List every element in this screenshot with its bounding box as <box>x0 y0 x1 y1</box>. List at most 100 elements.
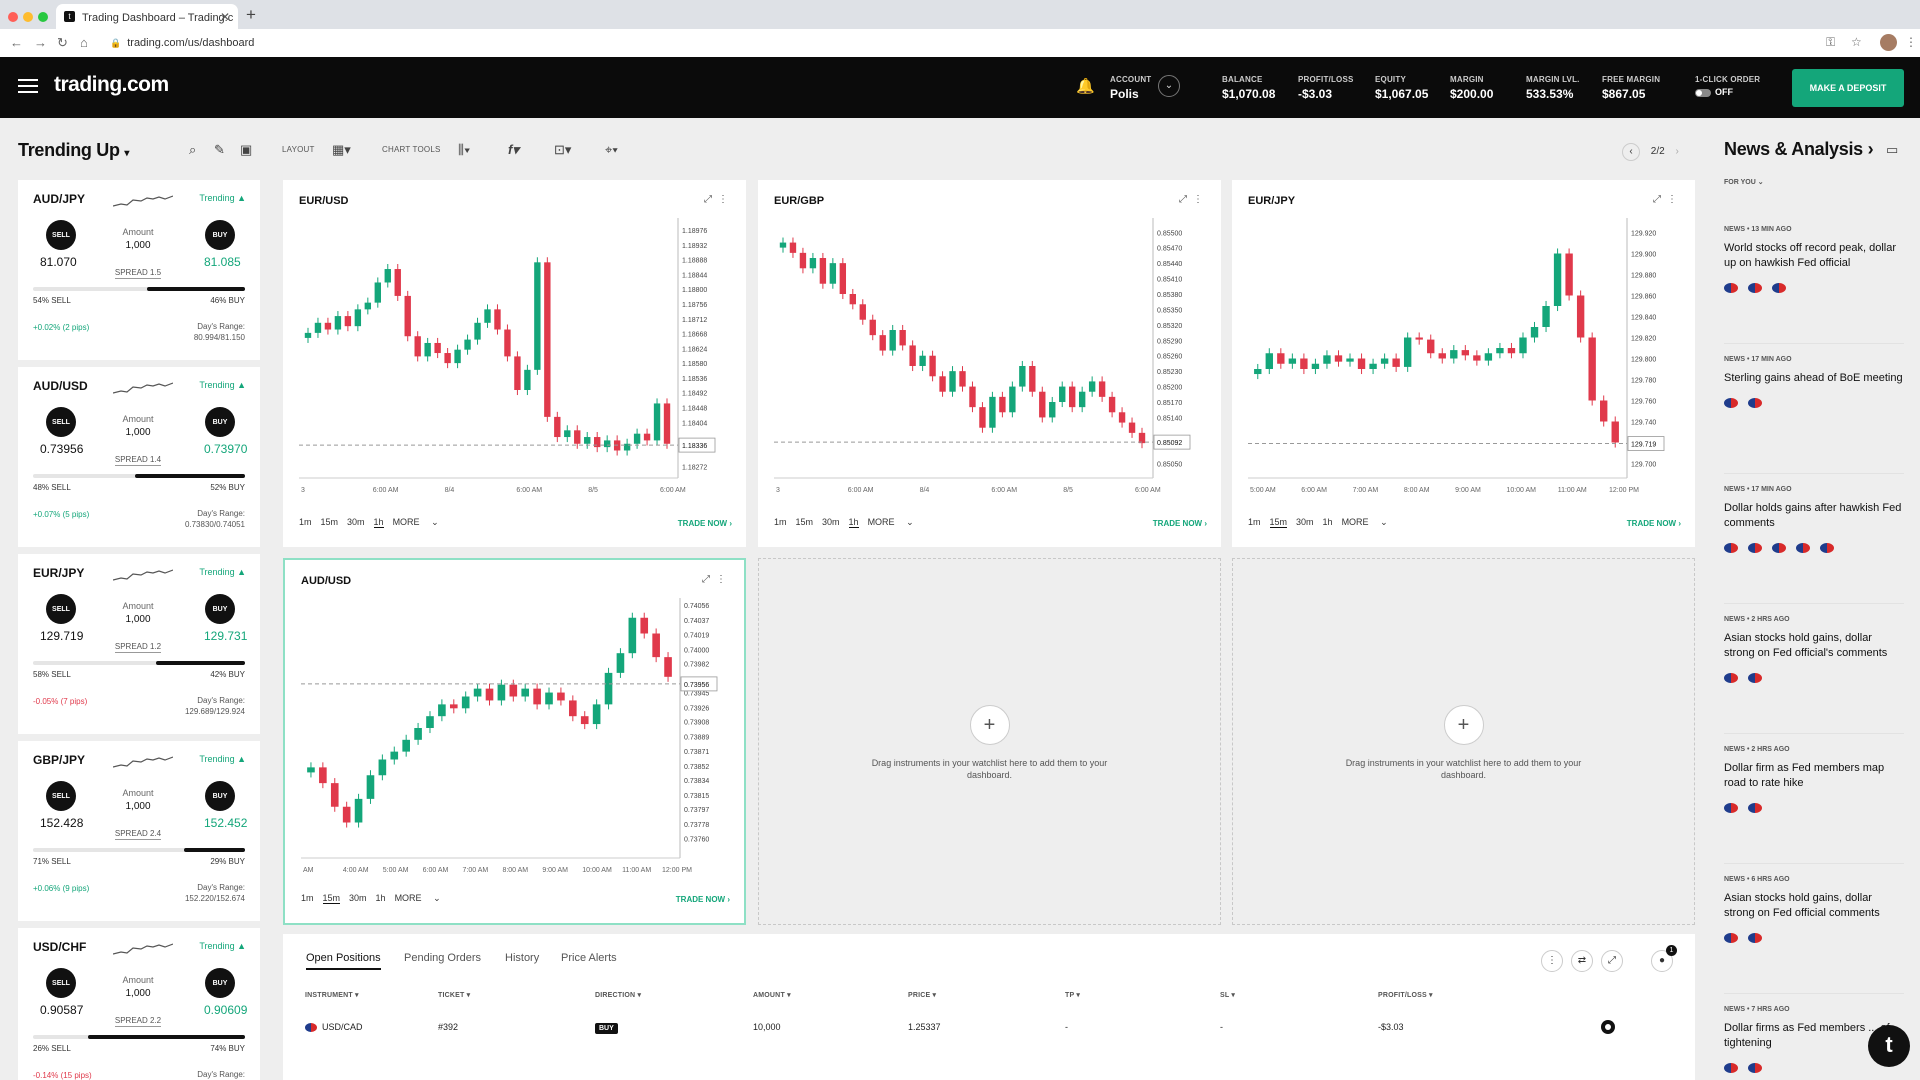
chart-menu-icon[interactable]: ⋮ <box>1193 194 1203 205</box>
cursor-icon[interactable]: ⌖▾ <box>605 142 618 158</box>
timeframe-option[interactable]: 15m <box>1269 517 1288 528</box>
news-item[interactable]: NEWS • 2 HRS AGO Dollar firm as Fed membe… <box>1724 746 1904 864</box>
positions-tab[interactable]: Open Positions <box>306 952 381 970</box>
timeframe-option[interactable]: 15m <box>322 893 341 904</box>
image-icon[interactable]: ⊡▾ <box>554 142 571 158</box>
layout-grid-icon[interactable]: ▦▾ <box>332 142 351 158</box>
sell-button[interactable]: SELL <box>46 407 76 437</box>
watchlist-card[interactable]: EUR/JPY Trending ▲ SELL BUY 129.719 129.731 Am… <box>18 554 260 734</box>
make-deposit-button[interactable]: MAKE A DEPOSIT <box>1792 69 1904 107</box>
close-window-icon[interactable] <box>8 12 18 22</box>
screen-icon[interactable]: ▣ <box>240 142 252 158</box>
sell-button[interactable]: SELL <box>46 968 76 998</box>
window-controls[interactable] <box>8 9 53 27</box>
hamburger-menu-icon[interactable] <box>18 79 38 93</box>
back-icon[interactable]: ← <box>10 35 23 50</box>
column-header[interactable]: PRICE ▾ <box>908 991 936 999</box>
buy-button[interactable]: BUY <box>205 220 235 250</box>
filter-icon[interactable]: ⇄ <box>1571 950 1593 972</box>
news-item[interactable]: NEWS • 6 HRS AGO Asian stocks hold gains,… <box>1724 876 1904 994</box>
more-timeframes[interactable]: MORE <box>868 517 895 527</box>
expand-chart-icon[interactable]: ⤢ <box>1179 194 1187 205</box>
close-tab-icon[interactable]: ✕ <box>220 10 230 24</box>
timeframe-option[interactable]: 1h <box>1323 517 1333 527</box>
one-click-order[interactable]: 1-CLICK ORDER OFF <box>1695 75 1760 97</box>
chart-panel[interactable]: EUR/JPY ⤢ ⋮ 129.920 129.900 129.880 129.860 129… <box>1232 180 1695 547</box>
minimize-window-icon[interactable] <box>23 12 33 22</box>
browser-tab[interactable]: t Trading Dashboard – Trading.c ✕ <box>56 4 238 29</box>
bell-icon[interactable]: 🔔 <box>1076 77 1095 95</box>
trade-now-link[interactable]: TRADE NOW › <box>1627 519 1681 528</box>
news-item[interactable]: NEWS • 13 MIN AGO World stocks off record… <box>1724 226 1904 344</box>
url-field[interactable]: 🔒 trading.com/us/dashboard <box>110 37 254 49</box>
timeframe-option[interactable]: 1h <box>376 893 386 903</box>
buy-button[interactable]: BUY <box>205 968 235 998</box>
prev-page-icon[interactable]: ‹ <box>1622 143 1640 161</box>
news-item[interactable]: NEWS • 17 MIN AGO Sterling gains ahead of… <box>1724 356 1904 474</box>
amount[interactable]: Amount 1,000 <box>98 975 178 999</box>
notification-icon[interactable]: ● 1 <box>1651 945 1677 972</box>
timeframe-option[interactable]: 1h <box>373 517 384 528</box>
news-filter[interactable]: FOR YOU ⌄ <box>1724 178 1764 186</box>
chart-panel[interactable]: EUR/GBP ⤢ ⋮ 0.85500 0.85470 0.85440 0.85410 0.8… <box>758 180 1221 547</box>
timeframe-option[interactable]: 15m <box>796 517 814 527</box>
positions-tab[interactable]: Pending Orders <box>404 952 481 964</box>
empty-chart-slot[interactable]: + Drag instruments in your watchlist her… <box>1232 558 1695 925</box>
timeframe-option[interactable]: 15m <box>321 517 339 527</box>
home-icon[interactable]: ⌂ <box>80 35 88 50</box>
add-instrument-icon[interactable]: + <box>969 705 1010 745</box>
timeframe-option[interactable]: 1h <box>848 517 859 528</box>
chart-menu-icon[interactable]: ⋮ <box>718 194 728 205</box>
timeframe-option[interactable]: 1m <box>774 517 787 527</box>
sell-button[interactable]: SELL <box>46 594 76 624</box>
news-item[interactable]: NEWS • 17 MIN AGO Dollar holds gains afte… <box>1724 486 1904 604</box>
buy-button[interactable]: BUY <box>205 781 235 811</box>
timeframe-option[interactable]: 30m <box>349 893 367 903</box>
candlestick-chart[interactable]: 0.85500 0.85470 0.85440 0.85410 0.85380 0.853… <box>774 218 1205 508</box>
search-icon[interactable]: ⌕ <box>189 142 196 158</box>
column-header[interactable]: AMOUNT ▾ <box>753 991 791 999</box>
watchlist-card[interactable]: AUD/USD Trending ▲ SELL BUY 0.73956 0.73970 Am… <box>18 367 260 547</box>
browser-menu-icon[interactable]: ⋮ <box>1905 35 1917 49</box>
profile-avatar[interactable] <box>1880 34 1897 51</box>
logo[interactable]: trading.com <box>54 73 169 97</box>
more-timeframes[interactable]: MORE <box>1342 517 1369 527</box>
timeframe-option[interactable]: 30m <box>822 517 840 527</box>
more-timeframes[interactable]: MORE <box>395 893 422 903</box>
new-tab-icon[interactable]: + <box>246 5 256 25</box>
function-icon[interactable]: f▾ <box>508 142 519 158</box>
column-header[interactable]: PROFIT/LOSS ▾ <box>1378 991 1433 999</box>
candlestick-chart[interactable]: 0.74056 0.74037 0.74019 0.74000 0.73982 0.739… <box>301 598 732 888</box>
positions-tab[interactable]: History <box>505 952 539 964</box>
amount[interactable]: Amount 1,000 <box>98 414 178 438</box>
chart-menu-icon[interactable]: ⋮ <box>716 574 726 585</box>
trade-now-link[interactable]: TRADE NOW › <box>676 895 730 904</box>
more-options-icon[interactable]: ⋮ <box>1541 950 1563 972</box>
reload-icon[interactable]: ↻ <box>57 35 68 51</box>
forward-icon[interactable]: → <box>34 35 47 50</box>
chart-panel[interactable]: EUR/USD ⤢ ⋮ 1.18976 1.18932 1.18888 1.18844 1.1… <box>283 180 746 547</box>
column-header[interactable]: TICKET ▾ <box>438 991 470 999</box>
dashboard-title[interactable]: Trending Up ▾ <box>18 140 129 161</box>
watchlist-card[interactable]: USD/CHF Trending ▲ SELL BUY 0.90587 0.90609 Am… <box>18 928 260 1080</box>
expand-chart-icon[interactable]: ⤢ <box>704 194 712 205</box>
expand-chart-icon[interactable]: ⤢ <box>1653 194 1661 205</box>
positions-tab[interactable]: Price Alerts <box>561 952 617 964</box>
expand-icon[interactable]: ⤢ <box>1601 950 1623 972</box>
one-click-toggle[interactable] <box>1695 88 1711 97</box>
maximize-window-icon[interactable] <box>38 12 48 22</box>
bookmark-star-icon[interactable]: ☆ <box>1851 35 1862 49</box>
chat-bubble-icon[interactable]: t <box>1868 1025 1910 1067</box>
sell-button[interactable]: SELL <box>46 781 76 811</box>
watchlist-card[interactable]: GBP/JPY Trending ▲ SELL BUY 152.428 152.452 Am… <box>18 741 260 921</box>
candles-icon[interactable]: ⫼▾ <box>458 142 470 158</box>
news-title[interactable]: News & Analysis › <box>1724 139 1874 160</box>
trade-now-link[interactable]: TRADE NOW › <box>678 519 732 528</box>
timeframe-option[interactable]: 1m <box>301 893 314 903</box>
timeframe-option[interactable]: 30m <box>1296 517 1314 527</box>
timeframe-option[interactable]: 30m <box>347 517 365 527</box>
more-timeframes[interactable]: MORE <box>393 517 420 527</box>
panel-toggle-icon[interactable]: ▭ <box>1886 142 1898 158</box>
close-position-button[interactable] <box>1601 1020 1615 1034</box>
account-dropdown-icon[interactable]: ⌄ <box>1158 75 1180 97</box>
